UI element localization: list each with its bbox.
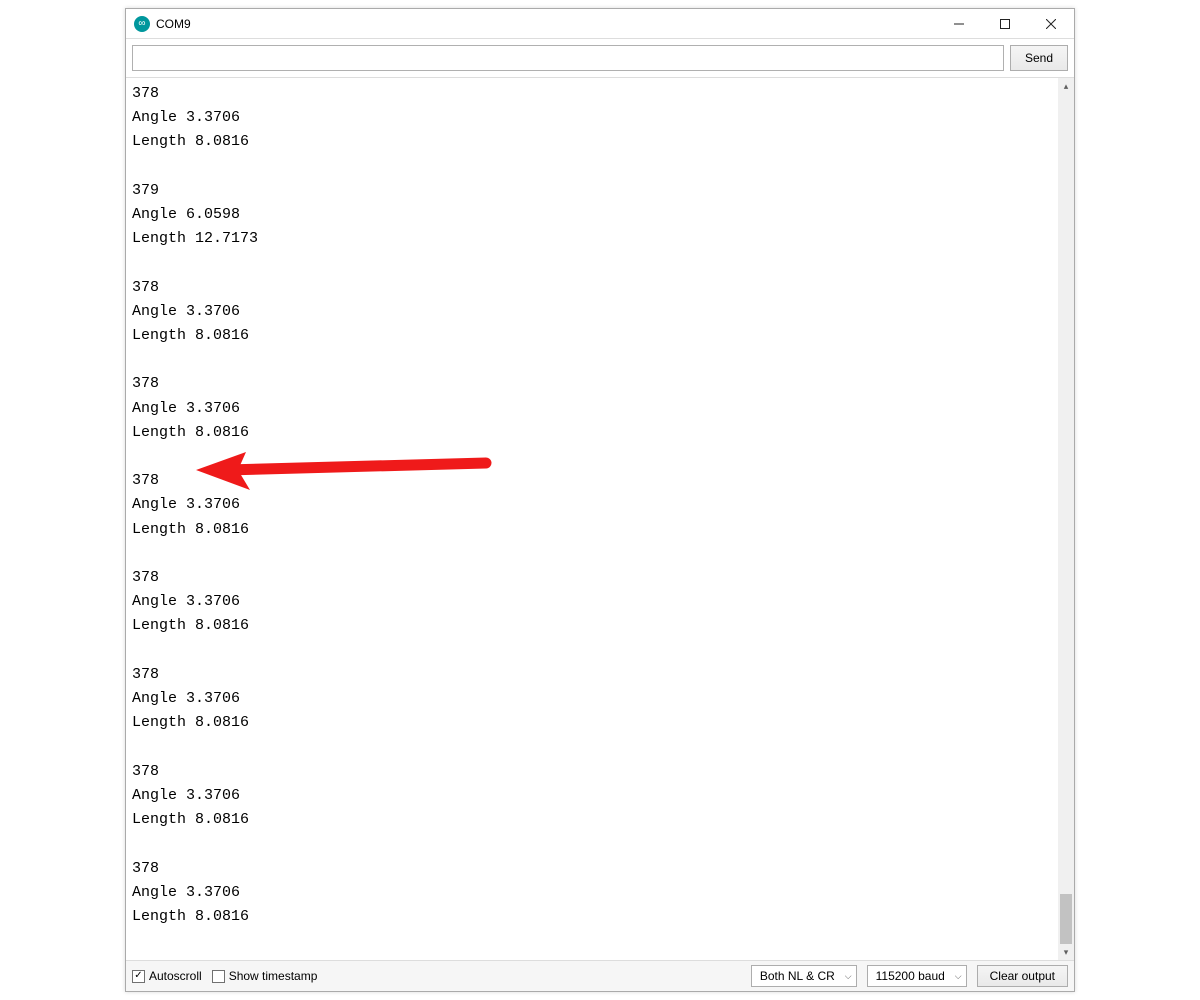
serial-output: 378 Angle 3.3706 Length 8.0816 379 Angle… bbox=[126, 78, 1058, 960]
line-ending-value: Both NL & CR bbox=[760, 969, 835, 983]
arduino-app-icon bbox=[134, 16, 150, 32]
scroll-down-icon[interactable]: ▾ bbox=[1058, 944, 1074, 960]
baud-value: 115200 baud bbox=[876, 969, 945, 983]
timestamp-label: Show timestamp bbox=[229, 969, 318, 983]
line-ending-select[interactable]: Both NL & CR ⌵ bbox=[751, 965, 857, 987]
maximize-button[interactable] bbox=[982, 9, 1028, 39]
checkbox-icon bbox=[212, 970, 225, 983]
vertical-scrollbar[interactable]: ▴ ▾ bbox=[1058, 78, 1074, 960]
autoscroll-checkbox[interactable]: ✓ Autoscroll bbox=[132, 969, 202, 983]
window-title: COM9 bbox=[156, 17, 191, 31]
scroll-thumb[interactable] bbox=[1060, 894, 1072, 944]
checkbox-icon: ✓ bbox=[132, 970, 145, 983]
send-button[interactable]: Send bbox=[1010, 45, 1068, 71]
chevron-down-icon: ⌵ bbox=[955, 971, 962, 982]
chevron-down-icon: ⌵ bbox=[845, 971, 852, 982]
content-area: 378 Angle 3.3706 Length 8.0816 379 Angle… bbox=[126, 78, 1074, 961]
command-input-wrap bbox=[132, 45, 1004, 71]
command-input[interactable] bbox=[133, 46, 1003, 70]
footer: ✓ Autoscroll Show timestamp Both NL & CR… bbox=[126, 961, 1074, 991]
timestamp-checkbox[interactable]: Show timestamp bbox=[212, 969, 318, 983]
minimize-button[interactable] bbox=[936, 9, 982, 39]
serial-monitor-window: COM9 Send 378 Angle 3.3706 Length 8.0816… bbox=[125, 8, 1075, 992]
baud-select[interactable]: 115200 baud ⌵ bbox=[867, 965, 967, 987]
clear-output-button[interactable]: Clear output bbox=[977, 965, 1068, 987]
titlebar[interactable]: COM9 bbox=[126, 9, 1074, 39]
toolbar: Send bbox=[126, 39, 1074, 78]
autoscroll-label: Autoscroll bbox=[149, 969, 202, 983]
scroll-up-icon[interactable]: ▴ bbox=[1058, 78, 1074, 94]
close-button[interactable] bbox=[1028, 9, 1074, 39]
